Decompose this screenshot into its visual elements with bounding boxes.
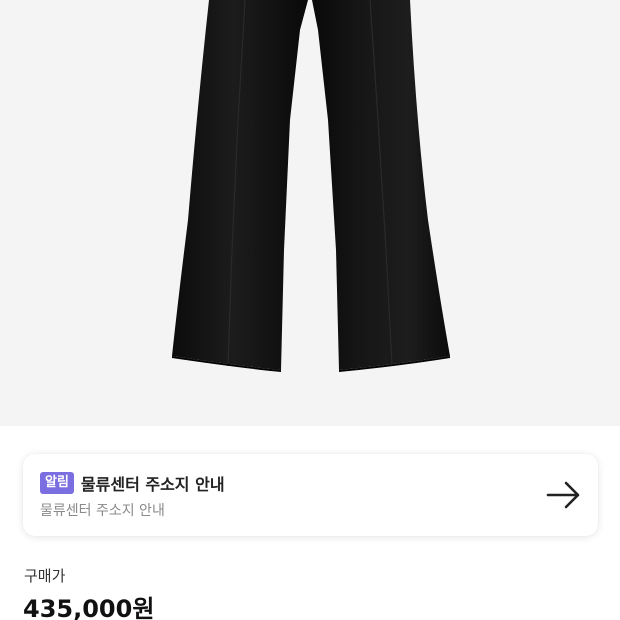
notice-title-row: 알림 물류센터 주소지 안내 [40,471,225,495]
left-trouser-leg [172,0,308,370]
product-image[interactable] [0,0,620,426]
product-detail-page: 알림 물류센터 주소지 안내 물류센터 주소지 안내 구매가 435,000원 [0,0,620,620]
right-trouser-leg [312,0,450,370]
arrow-right-icon[interactable] [546,479,582,511]
notice-badge: 알림 [40,472,74,494]
notice-title: 물류센터 주소지 안내 [80,475,225,494]
trousers-illustration [172,0,450,372]
logistics-notice-card[interactable]: 알림 물류센터 주소지 안내 물류센터 주소지 안내 [23,454,598,536]
price-label: 구매가 [24,567,66,585]
price-value: 435,000원 [23,595,155,620]
notice-subtitle: 물류센터 주소지 안내 [40,503,165,519]
